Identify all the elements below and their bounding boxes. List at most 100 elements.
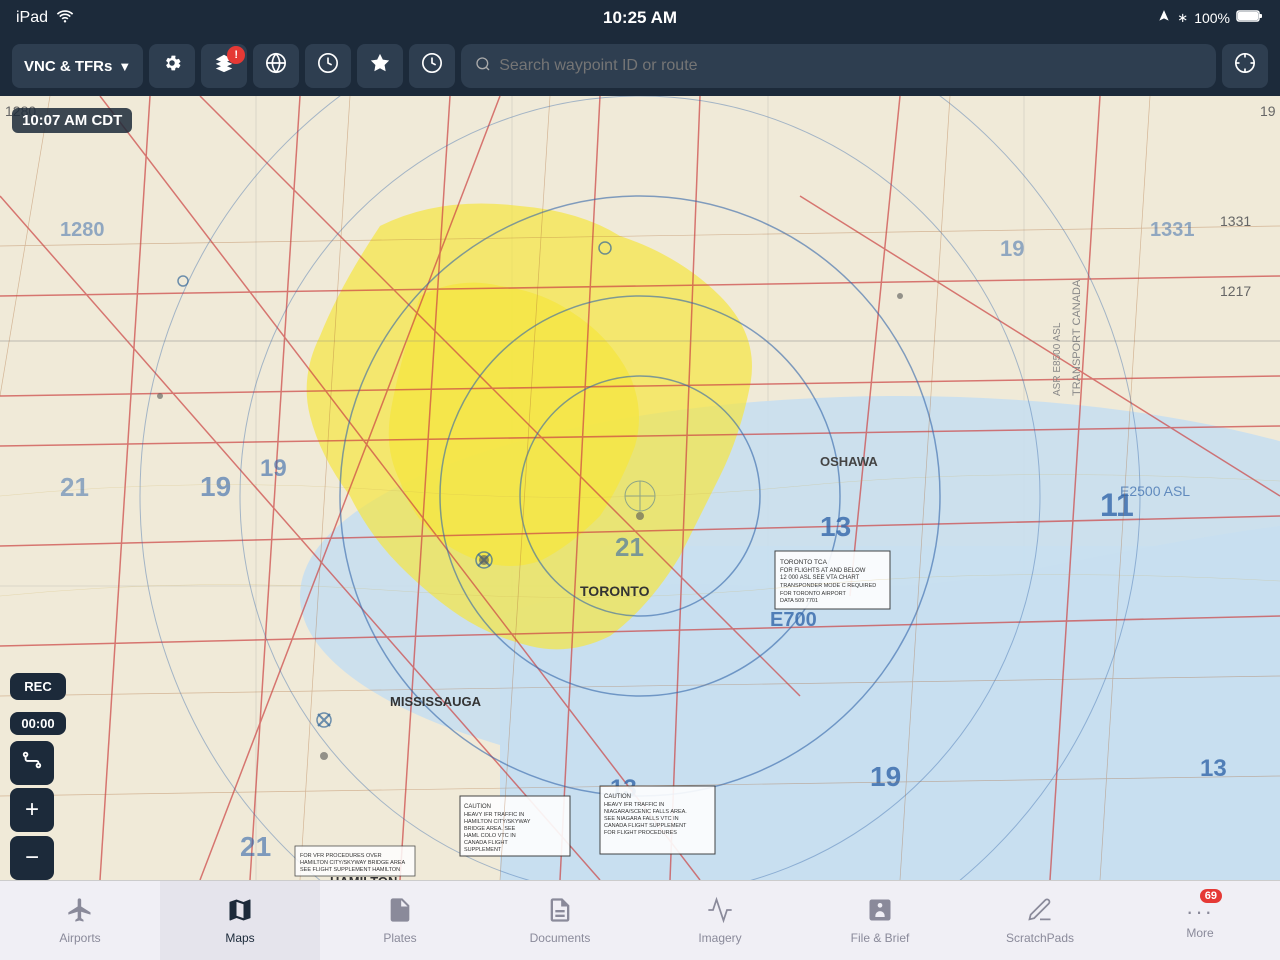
airports-label: Airports xyxy=(59,931,100,945)
svg-text:FOR TORONTO AIRPORT: FOR TORONTO AIRPORT xyxy=(780,591,847,597)
svg-text:BRIDGE AREA. SEE: BRIDGE AREA. SEE xyxy=(464,826,516,832)
svg-text:19: 19 xyxy=(200,471,231,502)
filebrief-label: File & Brief xyxy=(851,931,910,945)
tab-plates[interactable]: Plates xyxy=(320,881,480,960)
scratchpads-icon xyxy=(1026,896,1054,928)
recents-icon xyxy=(421,52,443,80)
svg-text:FOR FLIGHT PROCEDURES: FOR FLIGHT PROCEDURES xyxy=(604,830,677,836)
svg-text:21: 21 xyxy=(60,472,89,502)
svg-text:E700: E700 xyxy=(770,609,817,631)
tab-imagery[interactable]: Imagery xyxy=(640,881,800,960)
plates-label: Plates xyxy=(383,931,416,945)
tab-maps[interactable]: Maps xyxy=(160,881,320,960)
svg-text:FOR VFR PROCEDURES OVER: FOR VFR PROCEDURES OVER xyxy=(300,853,382,859)
svg-text:CAUTION: CAUTION xyxy=(464,804,491,810)
plates-icon xyxy=(386,896,414,928)
zoom-out-button[interactable]: − xyxy=(10,836,54,880)
crosshair-button[interactable] xyxy=(1222,44,1268,88)
svg-text:DATA 509 7701: DATA 509 7701 xyxy=(780,598,818,604)
wifi-icon xyxy=(56,9,74,28)
time-overlay: 10:07 AM CDT xyxy=(12,108,132,133)
location-arrow-icon xyxy=(1157,9,1171,28)
minus-icon: − xyxy=(25,844,39,872)
svg-text:HAML COLO VTC IN: HAML COLO VTC IN xyxy=(464,833,516,839)
map-area[interactable]: 13 11 E2500 ASL 19 13 13 19 21 19 21 E70… xyxy=(0,96,1280,880)
svg-text:FOR FLIGHTS AT AND BELOW: FOR FLIGHTS AT AND BELOW xyxy=(780,568,866,574)
svg-text:13: 13 xyxy=(1200,755,1227,782)
tab-scratchpads[interactable]: ScratchPads xyxy=(960,881,1120,960)
tab-documents[interactable]: Documents xyxy=(480,881,640,960)
svg-text:HAMILTON CITY/SKYWAY BRIDGE AR: HAMILTON CITY/SKYWAY BRIDGE AREA xyxy=(300,860,405,866)
svg-text:CANADA FLIGHT: CANADA FLIGHT xyxy=(464,840,508,846)
more-icon: ··· xyxy=(1186,901,1214,923)
star-icon xyxy=(369,52,391,80)
svg-text:19: 19 xyxy=(1000,236,1024,261)
bluetooth-icon: ∗ xyxy=(1177,10,1188,26)
svg-text:HEAVY IFR TRAFFIC IN: HEAVY IFR TRAFFIC IN xyxy=(604,802,664,808)
svg-text:CANADA FLIGHT SUPPLEMENT: CANADA FLIGHT SUPPLEMENT xyxy=(604,823,687,829)
layers-button[interactable]: ! xyxy=(201,44,247,88)
svg-text:SEE NIAGARA FALLS VTC IN: SEE NIAGARA FALLS VTC IN xyxy=(604,816,679,822)
battery-label: 100% xyxy=(1194,10,1230,26)
svg-text:HEAVY IFR TRAFFIC IN: HEAVY IFR TRAFFIC IN xyxy=(464,812,524,818)
svg-text:1331: 1331 xyxy=(1150,219,1195,241)
documents-label: Documents xyxy=(530,931,591,945)
zoom-in-button[interactable]: + xyxy=(10,788,54,832)
svg-text:SEE FLIGHT SUPPLEMENT HAMILTON: SEE FLIGHT SUPPLEMENT HAMILTON xyxy=(300,867,400,873)
nav-bar: VNC & TFRs ▼ ! xyxy=(0,36,1280,96)
ipad-label: iPad xyxy=(16,9,48,27)
svg-text:TRANSPORT CANADA: TRANSPORT CANADA xyxy=(1071,279,1083,396)
svg-text:SUPPLEMENT: SUPPLEMENT xyxy=(464,847,502,853)
globe-button[interactable] xyxy=(253,44,299,88)
rec-label: REC xyxy=(24,679,51,694)
recents-button[interactable] xyxy=(409,44,455,88)
svg-text:12 000 ASL SEE VTA CHART: 12 000 ASL SEE VTA CHART xyxy=(780,575,860,581)
imagery-label: Imagery xyxy=(698,931,741,945)
status-bar: iPad 10:25 AM ∗ 100% xyxy=(0,0,1280,36)
more-label: More xyxy=(1186,926,1213,940)
status-right: ∗ 100% xyxy=(1157,9,1264,28)
svg-text:19: 19 xyxy=(870,761,901,792)
clock-button[interactable] xyxy=(305,44,351,88)
svg-text:NIAGARA/SCENIC FALLS AREA.: NIAGARA/SCENIC FALLS AREA. xyxy=(604,809,687,815)
svg-text:19: 19 xyxy=(1260,103,1276,119)
svg-text:E2500 ASL: E2500 ASL xyxy=(1120,483,1190,499)
favorites-button[interactable] xyxy=(357,44,403,88)
search-input[interactable] xyxy=(499,57,1202,75)
tab-more[interactable]: ··· 69 More xyxy=(1120,881,1280,960)
search-bar[interactable] xyxy=(461,44,1216,88)
svg-text:CAUTION: CAUTION xyxy=(604,794,631,800)
battery-icon xyxy=(1236,9,1264,28)
rec-button[interactable]: REC xyxy=(10,673,66,700)
svg-text:TORONTO TCA: TORONTO TCA xyxy=(780,559,828,566)
tab-airports[interactable]: Airports xyxy=(0,881,160,960)
map-type-button[interactable]: VNC & TFRs ▼ xyxy=(12,44,143,88)
svg-text:1217: 1217 xyxy=(1220,283,1251,299)
crosshair-icon xyxy=(1234,52,1256,80)
documents-icon xyxy=(546,896,574,928)
svg-text:21: 21 xyxy=(240,831,271,862)
gear-icon xyxy=(161,52,183,80)
tab-bar: Airports Maps Plates Documents xyxy=(0,880,1280,960)
more-badge: 69 xyxy=(1200,889,1222,903)
route-icon xyxy=(21,749,43,777)
plus-icon: + xyxy=(25,796,39,824)
svg-text:ASR E8500 ASL: ASR E8500 ASL xyxy=(1052,322,1063,396)
svg-text:MISSISSAUGA: MISSISSAUGA xyxy=(390,694,482,709)
tab-filebrief[interactable]: File & Brief xyxy=(800,881,960,960)
scratchpads-label: ScratchPads xyxy=(1006,931,1074,945)
status-time: 10:25 AM xyxy=(603,8,677,28)
clock-icon xyxy=(317,52,339,80)
notification-badge: ! xyxy=(227,46,245,64)
filebrief-icon xyxy=(866,896,894,928)
svg-text:21: 21 xyxy=(615,532,644,562)
rec-time: 00:00 xyxy=(10,712,66,735)
svg-text:13: 13 xyxy=(820,511,851,542)
settings-button[interactable] xyxy=(149,44,195,88)
svg-text:HAMILTON CITY/SKYWAY: HAMILTON CITY/SKYWAY xyxy=(464,819,531,825)
route-button[interactable] xyxy=(10,741,54,785)
maps-label: Maps xyxy=(225,931,254,945)
svg-text:19: 19 xyxy=(260,455,287,482)
status-left: iPad xyxy=(16,9,74,28)
map-canvas: 13 11 E2500 ASL 19 13 13 19 21 19 21 E70… xyxy=(0,96,1280,880)
